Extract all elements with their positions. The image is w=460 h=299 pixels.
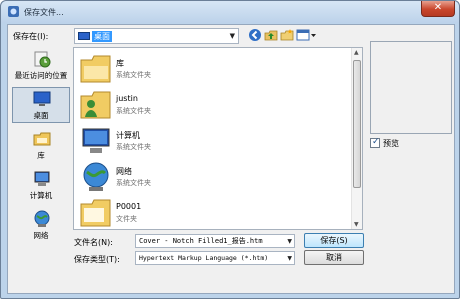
filetype-value: Hypertext Markup Language (*.htm)	[139, 254, 269, 262]
app-icon	[8, 6, 19, 17]
save-button[interactable]: 保存(S)	[304, 233, 364, 248]
close-button[interactable]: ✕	[421, 1, 455, 17]
place-libraries[interactable]: 库	[12, 127, 70, 163]
file-type: 系统文件夹	[116, 107, 151, 115]
save-in-value: 桌面	[92, 31, 112, 42]
scroll-thumb[interactable]	[353, 60, 361, 188]
scroll-up-icon[interactable]: ▲	[354, 49, 359, 56]
list-item[interactable]: 网络 系统文件夹	[78, 160, 338, 196]
network-icon	[83, 162, 109, 191]
file-type: 文件夹	[116, 215, 137, 223]
chevron-down-icon[interactable]: ▼	[287, 253, 292, 264]
check-icon: ✓	[372, 137, 380, 147]
filename-value: Cover - Notch Filled1_报告.htm	[139, 237, 263, 245]
place-label: 最近访问的位置	[14, 71, 68, 80]
preview-pane	[370, 41, 452, 134]
place-network[interactable]: 网络	[12, 207, 70, 243]
computer-icon	[82, 128, 110, 153]
computer-icon	[34, 171, 50, 186]
list-item[interactable]: 库 系统文件夹	[78, 52, 338, 88]
chevron-down-icon: ▼	[229, 32, 235, 40]
title-bar[interactable]: 保存文件... ✕	[1, 1, 459, 23]
scroll-down-icon[interactable]: ▼	[354, 221, 359, 228]
desktop-icon	[78, 32, 90, 40]
filename-label: 文件名(N):	[74, 238, 113, 247]
vertical-scrollbar[interactable]: ▲ ▼	[351, 48, 362, 229]
places-bar: 最近访问的位置 桌面 库 计算机 网络	[10, 47, 70, 247]
save-file-dialog: 保存文件... ✕ 保存在(I): 桌面 ▼ 最近访问的位置 桌面 库 计算机 …	[0, 0, 460, 299]
file-list[interactable]: 库 系统文件夹 justin 系统文件夹 计算机 系统文件夹 网络 系统文件夹 …	[73, 47, 363, 230]
filename-input[interactable]: Cover - Notch Filled1_报告.htm ▼	[135, 234, 295, 248]
preview-label: 预览	[383, 139, 399, 148]
recent-places-icon	[34, 51, 51, 68]
network-icon	[34, 210, 50, 227]
file-type: 系统文件夹	[116, 71, 151, 79]
dialog-body: 保存在(I): 桌面 ▼ 最近访问的位置 桌面 库 计算机 网络 库 系统文件夹…	[7, 24, 455, 294]
user-folder-icon	[80, 91, 111, 119]
libraries-icon	[33, 132, 51, 146]
new-folder-icon[interactable]	[280, 28, 294, 42]
place-label: 桌面	[33, 111, 49, 120]
window-title: 保存文件...	[24, 8, 64, 17]
file-name: P0001	[116, 202, 142, 211]
file-name: 库	[116, 59, 124, 68]
up-folder-icon[interactable]	[264, 28, 278, 42]
preview-checkbox[interactable]: ✓	[370, 137, 380, 148]
list-item[interactable]: 计算机 系统文件夹	[78, 124, 338, 160]
filetype-label: 保存类型(T):	[74, 255, 120, 264]
file-name: 网络	[116, 167, 132, 176]
filetype-dropdown[interactable]: Hypertext Markup Language (*.htm) ▼	[135, 251, 295, 265]
list-item[interactable]: P0001 文件夹	[78, 196, 338, 229]
file-name: 计算机	[116, 131, 140, 140]
desktop-icon	[33, 91, 51, 106]
file-type: 系统文件夹	[116, 143, 151, 151]
cancel-button[interactable]: 取消	[304, 250, 364, 265]
chevron-down-icon[interactable]: ▼	[287, 236, 292, 247]
file-type: 系统文件夹	[116, 179, 151, 187]
folder-icon	[80, 199, 111, 227]
close-icon: ✕	[433, 2, 443, 13]
back-icon[interactable]	[248, 28, 262, 42]
place-recent[interactable]: 最近访问的位置	[12, 47, 70, 83]
place-computer[interactable]: 计算机	[12, 167, 70, 203]
list-item[interactable]: justin 系统文件夹	[78, 88, 338, 124]
save-in-label: 保存在(I):	[13, 32, 49, 41]
save-in-dropdown[interactable]: 桌面 ▼	[74, 28, 239, 44]
place-label: 网络	[33, 231, 49, 240]
place-label: 计算机	[29, 191, 53, 200]
file-name: justin	[116, 94, 138, 103]
place-desktop[interactable]: 桌面	[12, 87, 70, 123]
view-menu-icon[interactable]	[296, 28, 318, 42]
libraries-folder-icon	[80, 55, 111, 83]
place-label: 库	[37, 151, 45, 160]
